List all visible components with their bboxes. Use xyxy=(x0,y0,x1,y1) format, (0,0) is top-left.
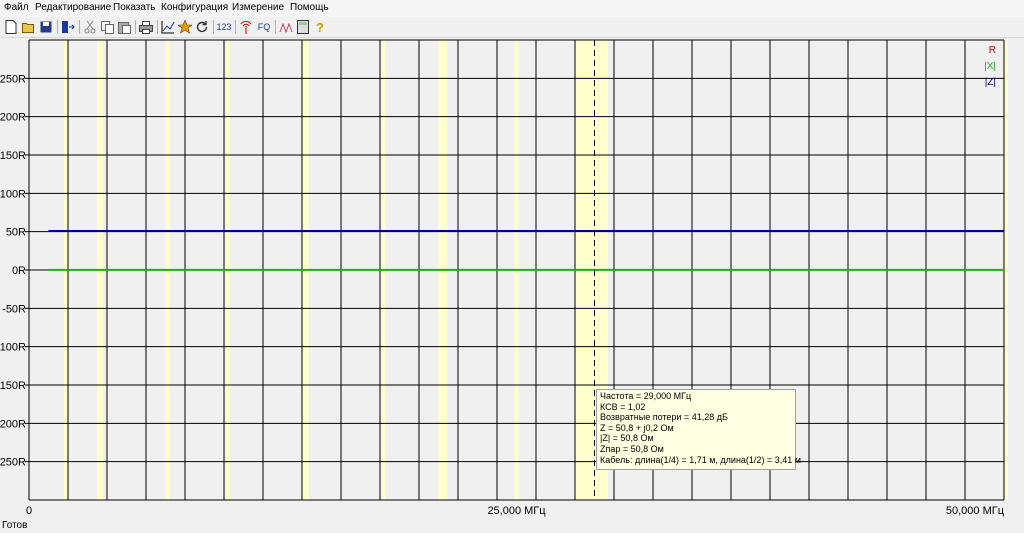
menu-configuration[interactable]: Конфигурация xyxy=(161,2,228,13)
antenna-icon[interactable] xyxy=(238,19,254,35)
menu-bar: Файл Редактирование Показать Конфигураци… xyxy=(0,0,1024,17)
menu-file[interactable]: Файл xyxy=(4,2,29,13)
legend-entry: |Z| xyxy=(985,77,996,88)
status-text: Готов xyxy=(2,520,28,531)
x-tick-label: 50,000 МГц xyxy=(946,505,1005,517)
status-bar: Готов xyxy=(0,517,1024,533)
tooltip-parallel-impedance: Zпар = 50,8 Ом xyxy=(600,443,664,454)
y-tick-label: -100R xyxy=(0,342,26,354)
y-tick-label: -50R xyxy=(2,303,26,315)
tooltip-frequency: Частота = 29,000 МГц xyxy=(600,391,692,401)
toolbar-separator xyxy=(235,20,236,34)
toolbar-separator xyxy=(57,20,58,34)
menu-edit[interactable]: Редактирование xyxy=(35,2,111,13)
toolbar-separator xyxy=(135,20,136,34)
help-icon[interactable]: ? xyxy=(312,19,328,35)
star-marker-icon[interactable] xyxy=(177,19,193,35)
x-tick-label: 25,000 МГц xyxy=(487,505,546,517)
y-tick-label: 50R xyxy=(6,227,26,239)
open-folder-icon[interactable] xyxy=(21,19,37,35)
tooltip-swr: КСВ = 1,02 xyxy=(600,401,646,412)
tooltip-impedance: Z = 50,8 + j0,2 Ом xyxy=(600,422,674,433)
menu-help[interactable]: Помощь xyxy=(290,2,329,13)
menu-measurement[interactable]: Измерение xyxy=(232,2,284,13)
toolbar-separator xyxy=(213,20,214,34)
legend-entry: R xyxy=(989,45,996,56)
refresh-icon[interactable] xyxy=(194,19,210,35)
save-icon[interactable] xyxy=(38,19,54,35)
copy-icon[interactable] xyxy=(99,19,115,35)
connect-device-icon[interactable] xyxy=(60,19,76,35)
band-highlight xyxy=(1004,40,1008,500)
numeric-123-icon[interactable]: 123 xyxy=(216,19,232,35)
tooltip-cable-length: Кабель: длина(1/4) = 1,71 м, длина(1/2) … xyxy=(600,454,801,465)
tooltip-return-loss: Возвратные потери = 41,28 дБ xyxy=(600,412,728,423)
calculator-icon[interactable] xyxy=(295,19,311,35)
y-tick-label: -250R xyxy=(0,457,26,469)
toolbar-separator xyxy=(79,20,80,34)
toolbar-separator xyxy=(275,20,276,34)
marker-readout-tooltip: Частота = 29,000 МГц КСВ = 1,02 Возвратн… xyxy=(596,389,801,470)
svg-text:?: ? xyxy=(316,20,324,34)
y-tick-label: -200R xyxy=(0,418,26,430)
tooltip-impedance-magnitude: |Z| = 50,8 Ом xyxy=(600,433,654,444)
graph-icon[interactable] xyxy=(160,19,176,35)
x-tick-label: 0 xyxy=(26,505,32,517)
toolbar-separator xyxy=(157,20,158,34)
y-tick-label: 100R xyxy=(0,188,26,200)
frequency-fq-icon[interactable]: FQ xyxy=(255,19,273,35)
toolbar: 123 FQ ? xyxy=(0,17,1024,38)
y-tick-label: 150R xyxy=(0,150,26,162)
impedance-chart[interactable]: 250R200R150R100R50R0R-50R-100R-150R-200R… xyxy=(0,37,1024,517)
print-icon[interactable] xyxy=(138,19,154,35)
legend-entry: |X| xyxy=(984,61,996,72)
new-file-icon[interactable] xyxy=(3,19,19,35)
swr-curve-icon[interactable] xyxy=(278,19,294,35)
y-tick-label: 250R xyxy=(0,73,26,85)
cut-icon[interactable] xyxy=(82,19,98,35)
menu-view[interactable]: Показать xyxy=(113,2,156,13)
y-tick-label: 0R xyxy=(12,265,26,277)
paste-icon[interactable] xyxy=(116,19,132,35)
y-tick-label: 200R xyxy=(0,112,26,124)
y-tick-label: -150R xyxy=(0,380,26,392)
